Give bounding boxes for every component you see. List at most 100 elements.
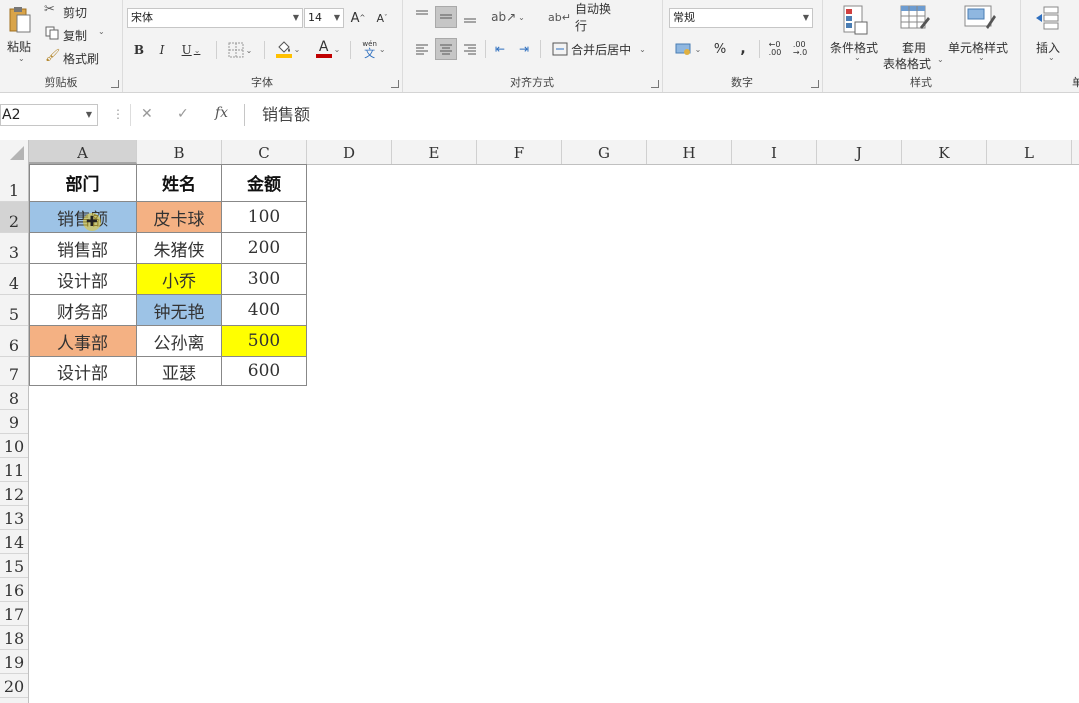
name-box[interactable]: A2 ▼ [0, 104, 98, 126]
font-launcher-icon[interactable] [391, 80, 399, 88]
insert-function-icon[interactable]: fx [215, 105, 228, 121]
cell-a5[interactable]: 财务部 [29, 295, 137, 326]
cell-a6[interactable]: 人事部 [29, 326, 137, 357]
conditional-formatting-dropdown-icon[interactable]: ⌄ [854, 53, 861, 62]
cell-c1[interactable]: 金额 [222, 164, 307, 202]
cell-styles-dropdown-icon[interactable]: ⌄ [978, 53, 985, 62]
shrink-font-button[interactable]: Aˇ [372, 7, 392, 29]
row-header-21[interactable]: 21 [0, 698, 28, 703]
format-as-table-button[interactable]: 套用 表格格式 ⌄ [882, 3, 946, 71]
bold-button[interactable]: B [130, 39, 148, 61]
number-launcher-icon[interactable] [811, 80, 819, 88]
cell-styles-button[interactable]: 单元格样式 ⌄ [946, 3, 1016, 67]
cell-b5[interactable]: 钟无艳 [137, 295, 222, 326]
align-bottom-button[interactable] [460, 6, 480, 28]
row-header-6[interactable]: 6 [0, 326, 28, 357]
row-header-5[interactable]: 5 [0, 295, 28, 326]
decrease-indent-button[interactable]: ⇤ [490, 38, 510, 60]
clipboard-launcher-icon[interactable] [111, 80, 119, 88]
accounting-dropdown-icon[interactable]: ⌄ [695, 45, 702, 54]
fill-color-button[interactable]: ⌄ [270, 38, 306, 60]
column-header-e[interactable]: E [392, 140, 477, 164]
column-header-g[interactable]: G [562, 140, 647, 164]
align-middle-button[interactable] [435, 6, 457, 28]
cancel-icon[interactable]: ✕ [141, 106, 153, 122]
merge-center-button[interactable]: 合并后居中 ⌄ [546, 38, 652, 60]
row-header-2[interactable]: 2 [0, 202, 28, 233]
cell-c6[interactable]: 500 [222, 326, 307, 357]
cell-c5[interactable]: 400 [222, 295, 307, 326]
cell-b7[interactable]: 亚瑟 [137, 357, 222, 386]
align-center-button[interactable] [435, 38, 457, 60]
row-header-11[interactable]: 11 [0, 458, 28, 482]
cell-c4[interactable]: 300 [222, 264, 307, 295]
font-color-dropdown-icon[interactable]: ⌄ [334, 45, 341, 54]
font-size-dropdown-icon[interactable]: ▼ [334, 9, 340, 27]
column-header-l[interactable]: L [987, 140, 1072, 164]
comma-button[interactable]: , [734, 38, 752, 60]
column-header-d[interactable]: D [307, 140, 392, 164]
format-as-table-dropdown-icon[interactable]: ⌄ [937, 55, 944, 64]
cell-b6[interactable]: 公孙离 [137, 326, 222, 357]
increase-decimal-button[interactable]: ←0 .00 [764, 38, 786, 60]
row-header-8[interactable]: 8 [0, 386, 28, 410]
format-painter-button[interactable]: 🖌 格式刷 [44, 48, 114, 66]
number-format-combo[interactable]: 常规 ▼ [669, 8, 813, 28]
orientation-dropdown-icon[interactable]: ⌄ [518, 13, 525, 22]
column-header-i[interactable]: I [732, 140, 817, 164]
copy-dropdown-icon[interactable]: ⌄ [98, 27, 105, 36]
row-header-17[interactable]: 17 [0, 602, 28, 626]
row-header-7[interactable]: 7 [0, 357, 28, 386]
borders-dropdown-icon[interactable]: ⌄ [246, 46, 253, 55]
phonetic-button[interactable]: wén 文 ⌄ [356, 38, 392, 60]
row-header-10[interactable]: 10 [0, 434, 28, 458]
row-header-3[interactable]: 3 [0, 233, 28, 264]
spreadsheet-grid[interactable]: ABCDEFGHIJKL 1 2 3 4 5 6 7 8 9 10 11 12 13 14 15 16 17 18… [0, 140, 1079, 703]
formula-input[interactable]: 销售额 [244, 104, 1079, 126]
italic-button[interactable]: I [153, 39, 171, 61]
conditional-formatting-button[interactable]: 条件格式 ⌄ [826, 3, 884, 67]
cell-a1[interactable]: 部门 [29, 164, 137, 202]
cell-b4[interactable]: 小乔 [137, 264, 222, 295]
cell-a7[interactable]: 设计部 [29, 357, 137, 386]
cut-button[interactable]: ✂ 剪切 [44, 2, 114, 20]
select-all-button[interactable] [0, 140, 29, 164]
cell-c2[interactable]: 100 [222, 202, 307, 233]
column-header-f[interactable]: F [477, 140, 562, 164]
column-header-c[interactable]: C [222, 140, 307, 164]
alignment-launcher-icon[interactable] [651, 80, 659, 88]
name-box-dropdown-icon[interactable]: ▼ [86, 105, 92, 125]
row-header-1[interactable]: 1 [0, 164, 28, 202]
column-header-a[interactable]: A [29, 140, 137, 164]
row-header-9[interactable]: 9 [0, 410, 28, 434]
phonetic-dropdown-icon[interactable]: ⌄ [379, 45, 386, 54]
increase-indent-button[interactable]: ⇥ [514, 38, 534, 60]
column-header-b[interactable]: B [137, 140, 222, 164]
insert-button[interactable]: 插入 ⌄ [1028, 3, 1074, 67]
insert-dropdown-icon[interactable]: ⌄ [1048, 53, 1055, 62]
cell-c7[interactable]: 600 [222, 357, 307, 386]
cell-b2[interactable]: 皮卡球 [137, 202, 222, 233]
cell-a4[interactable]: 设计部 [29, 264, 137, 295]
underline-dropdown-icon[interactable]: ⌄ [194, 46, 201, 55]
enter-icon[interactable]: ✓ [177, 106, 189, 122]
row-header-18[interactable]: 18 [0, 626, 28, 650]
underline-button[interactable]: U ⌄ [176, 39, 206, 61]
font-size-combo[interactable]: 14 ▼ [304, 8, 344, 28]
accounting-format-button[interactable]: ⌄ [670, 38, 706, 60]
font-name-dropdown-icon[interactable]: ▼ [293, 9, 299, 27]
number-format-dropdown-icon[interactable]: ▼ [803, 9, 809, 27]
font-color-button[interactable]: A ⌄ [310, 38, 346, 60]
row-header-19[interactable]: 19 [0, 650, 28, 674]
align-top-button[interactable] [412, 5, 432, 27]
row-header-12[interactable]: 12 [0, 482, 28, 506]
grow-font-button[interactable]: A ^ [348, 7, 368, 29]
row-header-16[interactable]: 16 [0, 578, 28, 602]
paste-button[interactable]: 粘贴 ⌄ [2, 2, 38, 64]
column-header-j[interactable]: J [817, 140, 902, 164]
row-header-14[interactable]: 14 [0, 530, 28, 554]
font-name-combo[interactable]: 宋体 ▼ [127, 8, 303, 28]
align-left-button[interactable] [412, 38, 432, 60]
decrease-decimal-button[interactable]: .00 →.0 [789, 38, 811, 60]
percent-button[interactable]: % [711, 38, 729, 60]
